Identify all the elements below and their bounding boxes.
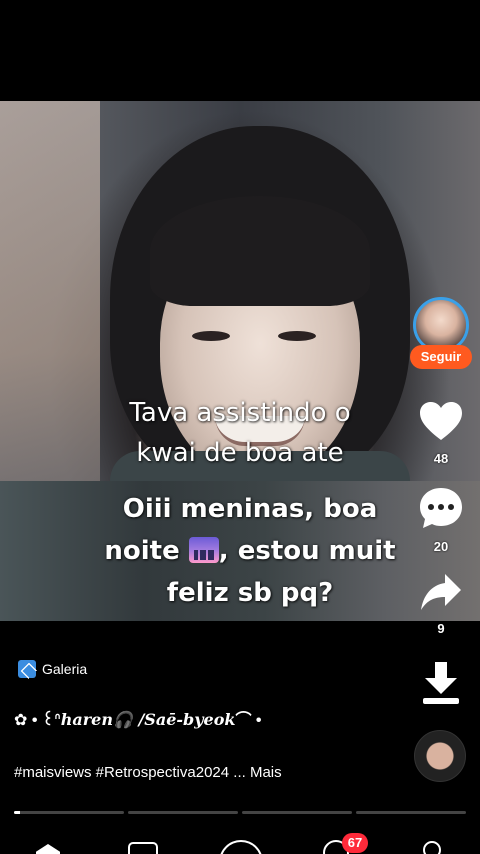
progress-segment (14, 811, 124, 814)
author-name[interactable]: ✿ • ꒰ᐢharen🎧 /Saē-byeok⌒ • (14, 706, 262, 730)
download-button[interactable] (410, 660, 472, 711)
comment-count: 20 (433, 539, 449, 554)
home-icon[interactable] (34, 840, 62, 854)
overlay-line-2-a: noite (104, 536, 180, 566)
source-label: Galeria (42, 661, 88, 677)
video-text-overlay: Oiii meninas, boa noite , estou muit fel… (0, 488, 480, 614)
caption-line-1: Tava assistindo o (129, 398, 351, 428)
gallery-icon (18, 660, 36, 678)
author-suffix: ⌒ • (235, 712, 262, 729)
hashtags-description[interactable]: #maisviews #Retrospectiva2024 ... Mais (14, 764, 282, 781)
profile-icon[interactable] (423, 841, 441, 854)
subject-bangs (150, 196, 370, 306)
comment-button[interactable]: 20 (410, 486, 472, 554)
video-caption: Tava assistindo o kwai de boa ate (0, 393, 480, 473)
share-count: 9 (437, 621, 445, 636)
download-icon (423, 662, 459, 704)
progress-segment (128, 811, 238, 814)
source-tag[interactable]: Galeria (18, 660, 87, 678)
share-button[interactable]: 9 (410, 572, 472, 636)
discover-icon[interactable] (128, 842, 158, 854)
creator-avatar-group: Seguir (410, 297, 472, 375)
like-count: 48 (433, 451, 449, 466)
overlay-line-2-b: , estou muit (218, 536, 396, 566)
subject-eye-right (278, 331, 316, 341)
music-disc-icon[interactable] (414, 730, 466, 782)
progress-segment (242, 811, 352, 814)
author-handle: haren🎧 /Saē-byeok (60, 710, 236, 729)
heart-icon (420, 402, 462, 440)
author-prefix: ✿ • ꒰ᐢ (14, 712, 61, 729)
progress-segment (356, 811, 466, 814)
night-city-emoji-icon (188, 537, 219, 563)
comment-icon (420, 488, 462, 528)
subject-eye-left (192, 331, 230, 341)
video-progress[interactable] (14, 811, 466, 814)
share-arrow-icon (421, 574, 461, 610)
follow-button[interactable]: Seguir (410, 345, 472, 369)
like-button[interactable]: 48 (410, 400, 472, 466)
caption-line-2: kwai de boa ate (136, 438, 344, 468)
messages-badge: 67 (342, 833, 368, 853)
